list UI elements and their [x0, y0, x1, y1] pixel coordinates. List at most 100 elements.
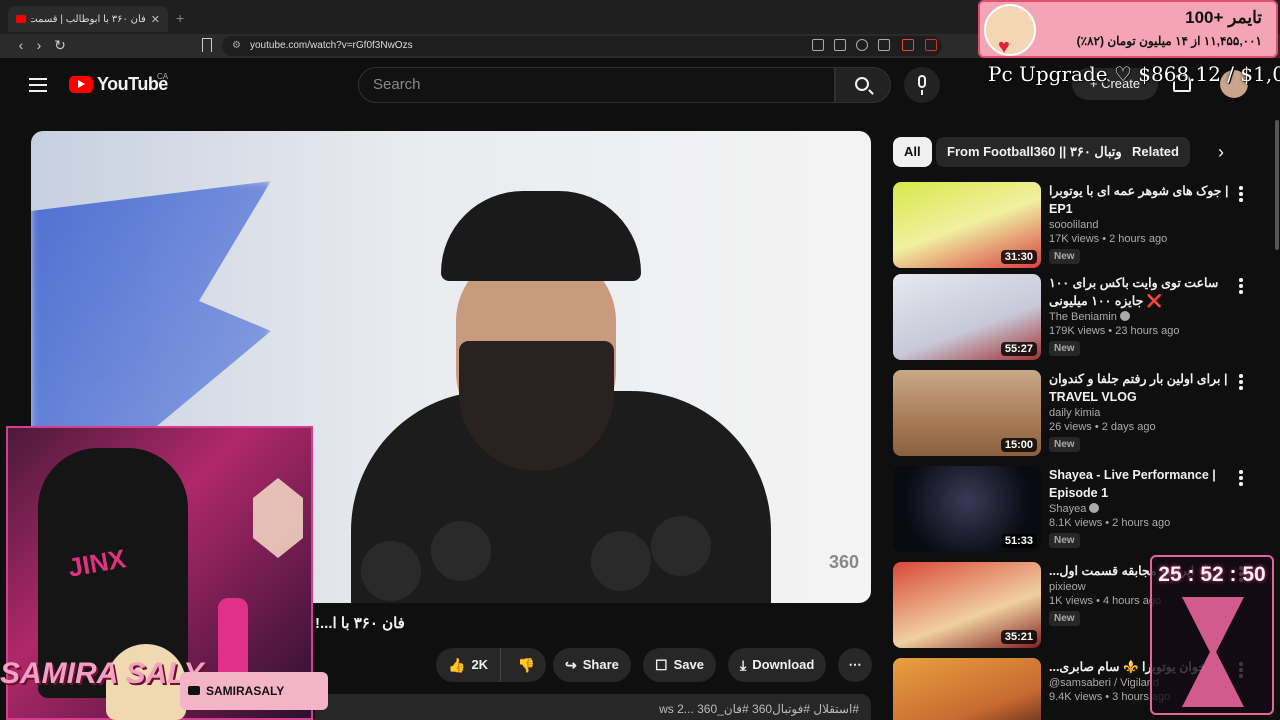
download-label: Download — [752, 657, 815, 672]
rec-stats: 8.1K views • 2 hours ago — [1049, 517, 1171, 529]
video-title: فان ۳۶۰ با ا...! — [315, 615, 405, 632]
forward-arrow-icon[interactable]: › — [30, 37, 48, 53]
search-button[interactable] — [835, 67, 891, 103]
bookmark-icon[interactable] — [202, 38, 212, 52]
hourglass-icon — [1182, 597, 1244, 707]
heart-icon: ♥ — [998, 36, 1010, 58]
extension-icon[interactable] — [925, 39, 937, 51]
shield-icon[interactable] — [902, 39, 914, 51]
save-button[interactable]: ☐ Save — [643, 648, 716, 682]
rec-channel[interactable]: The Beniamin — [1049, 311, 1229, 323]
chair-text: JINX — [65, 543, 128, 583]
like-dislike-group: 👍 2K 👎 — [436, 648, 546, 682]
youtube-logo[interactable]: YouTube CA — [69, 72, 169, 95]
rec-channel[interactable]: Shayea — [1049, 503, 1229, 515]
download-icon: ⤓ — [740, 657, 747, 673]
chevron-right-icon[interactable]: › — [1218, 142, 1224, 163]
reload-icon[interactable]: ↻ — [51, 37, 69, 54]
thumbs-up-icon: 👍 — [448, 657, 466, 673]
share-icon[interactable] — [878, 39, 890, 51]
rec-title[interactable]: ۱۰۰ ساعت توی وایت باکس برای جایزه ۱۰۰ می… — [1049, 274, 1229, 310]
duration: 35:21 — [1000, 630, 1037, 644]
rec-stats: 179K views • 23 hours ago — [1049, 325, 1180, 337]
donation-goal: ۱۱,۴۵۵,۰۰۱ از ۱۴ میلیون تومان (۸۲٪) — [1076, 34, 1262, 48]
menu-icon[interactable] — [29, 78, 47, 92]
youtube-favicon-icon — [16, 15, 26, 23]
youtube-icon — [188, 686, 200, 695]
rec-title[interactable]: جوک های شوهر عمه ای با یوتوبرا | EP1 — [1049, 182, 1229, 218]
zoom-icon[interactable] — [856, 39, 868, 51]
cast-icon[interactable] — [834, 39, 846, 51]
rec-channel[interactable]: soooliland — [1049, 219, 1229, 231]
press-microphones — [361, 511, 721, 603]
rec-channel[interactable]: daily kimia — [1049, 407, 1229, 419]
duration: 51:33 — [1000, 534, 1037, 548]
verified-icon — [1089, 503, 1100, 513]
more-vert-icon[interactable] — [1239, 374, 1243, 390]
tab-title: فان ۳۶۰ با ابوطالب | قسمت د... — [31, 13, 146, 25]
new-badge: New — [1049, 341, 1080, 356]
browser-tab[interactable]: فان ۳۶۰ با ابوطالب | قسمت د... ✕ — [8, 6, 168, 32]
save-label: Save — [673, 657, 704, 672]
countdown-clock: 25 : 52 : 50 — [1158, 563, 1266, 586]
more-vert-icon[interactable] — [1239, 186, 1243, 202]
donation-timer-overlay: ♥ تایمر +100 ۱۱,۴۵۵,۰۰۱ از ۱۴ میلیون توم… — [978, 0, 1278, 58]
more-vert-icon[interactable] — [1239, 470, 1243, 486]
search-input[interactable]: Search — [358, 67, 835, 103]
new-badge: New — [1049, 533, 1080, 548]
share-arrow-icon: ↪ — [565, 657, 577, 673]
duration: 55:27 — [1000, 342, 1037, 356]
site-info-icon[interactable]: ⚙ — [232, 36, 241, 56]
countdown-overlay: 25 : 52 : 50 — [1150, 555, 1274, 715]
voice-search-button[interactable] — [904, 67, 940, 103]
video-thumbnail[interactable] — [893, 658, 1041, 720]
pc-upgrade-goal: Pc Upgrade ♡ $868.12 / $1,000 — [988, 62, 1280, 86]
more-vert-icon[interactable] — [1239, 278, 1243, 294]
video-thumbnail[interactable]: 51:33 — [893, 466, 1041, 552]
more-horizontal-icon: ⋯ — [848, 657, 862, 672]
microphone-icon — [918, 75, 926, 88]
share-button[interactable]: ↪ Share — [553, 648, 631, 682]
rec-title[interactable]: Shayea - Live Performance | Episode 1 — [1049, 466, 1229, 502]
description-box[interactable]: #استقلال #فوتبال360 #فان_360 ...ws 2 — [315, 694, 871, 720]
rec-stats: 17K views • 2 hours ago — [1049, 233, 1168, 245]
new-badge: New — [1049, 249, 1080, 264]
verified-icon — [1119, 311, 1130, 321]
chip-related[interactable]: Related — [1121, 137, 1190, 167]
download-button[interactable]: ⤓ Download — [728, 648, 827, 682]
rec-channel-name: The Beniamin — [1049, 311, 1117, 323]
video-thumbnail[interactable]: 55:27 — [893, 274, 1041, 360]
like-count: 2K — [471, 657, 489, 672]
new-badge: New — [1049, 437, 1080, 452]
duration: 31:30 — [1000, 250, 1037, 264]
duration: 15:00 — [1000, 438, 1037, 452]
share-label: Share — [582, 657, 619, 672]
rec-channel-name: Shayea — [1049, 503, 1087, 515]
list-item[interactable]: 55:27 ۱۰۰ ساعت توی وایت باکس برای جایزه … — [893, 274, 1263, 360]
chip-from-channel[interactable]: From Football360 || فوتبال ۳۶۰ — [936, 137, 1140, 167]
video-thumbnail[interactable]: 15:00 — [893, 370, 1041, 456]
social-handle-badge: SAMIRASALY — [180, 672, 328, 710]
description-snippet: #استقلال #فوتبال360 #فان_360 ...ws 2 — [659, 702, 859, 716]
url-text: youtube.com/watch?v=rGf0f3NwOzs — [250, 40, 413, 51]
dislike-button[interactable]: 👎 — [507, 648, 546, 682]
no-tracking-icon[interactable] — [812, 39, 824, 51]
list-item[interactable]: 31:30 جوک های شوهر عمه ای با یوتوبرا | E… — [893, 182, 1263, 268]
list-item[interactable]: 51:33 Shayea - Live Performance | Episod… — [893, 466, 1263, 552]
search-icon — [855, 77, 869, 91]
chip-all[interactable]: All — [893, 137, 932, 167]
social-handle: SAMIRASALY — [206, 684, 285, 698]
new-tab-button[interactable]: + — [176, 10, 184, 26]
like-button[interactable]: 👍 2K — [436, 648, 501, 682]
country-code: CA — [157, 72, 169, 81]
more-actions-button[interactable]: ⋯ — [838, 648, 872, 682]
rec-title[interactable]: برای اولین بار رفتم جلفا و کندوان | TRAV… — [1049, 370, 1229, 406]
streamer-name: SAMIRA SALY — [0, 657, 204, 690]
video-thumbnail[interactable]: 35:21 — [893, 562, 1041, 648]
video-thumbnail[interactable]: 31:30 — [893, 182, 1041, 268]
list-item[interactable]: 15:00 برای اولین بار رفتم جلفا و کندوان … — [893, 370, 1263, 456]
close-tab-icon[interactable]: ✕ — [151, 13, 160, 26]
scrollbar-thumb[interactable] — [1275, 120, 1279, 250]
save-playlist-icon: ☐ — [655, 657, 668, 673]
back-arrow-icon[interactable]: ‹ — [12, 37, 30, 53]
